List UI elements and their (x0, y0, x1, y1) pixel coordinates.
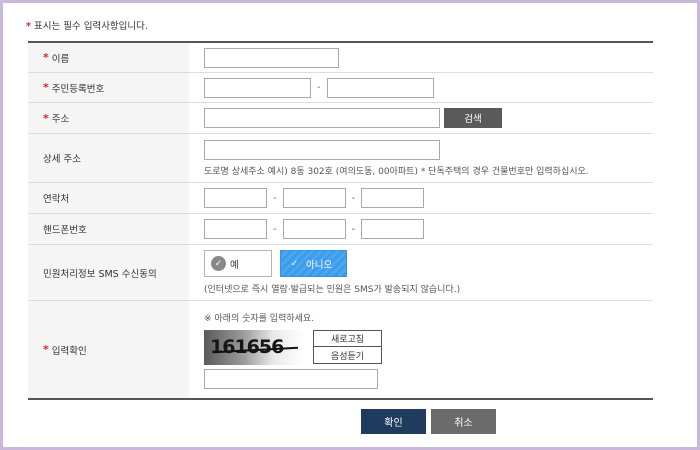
row-address: * 주소 검색 (28, 103, 653, 134)
form-window: * 표시는 필수 입력사항입니다. * 이름 * 주민등록번호 - * 주소 검… (0, 0, 700, 450)
required-star: * (26, 21, 31, 32)
contact-part1-input[interactable] (204, 188, 267, 208)
mobile-part3-input[interactable] (361, 219, 425, 239)
label-name: * 이름 (28, 43, 189, 72)
row-rrn: * 주민등록번호 - (28, 73, 653, 103)
address-search-button[interactable]: 검색 (444, 108, 502, 128)
contact-separator-2: - (351, 192, 356, 204)
contact-part2-input[interactable] (282, 188, 346, 208)
mobile-separator-2: - (351, 223, 356, 235)
sms-hint: (인터넷으로 즉시 열람·발급되는 민원은 SMS가 발송되지 않습니다.) (204, 285, 461, 295)
row-address-detail: 상세 주소 도로명 상세주소 예시) 8동 302호 (여의도동, 00아파트)… (28, 134, 653, 183)
address-detail-hint: 도로명 상세주소 예시) 8동 302호 (여의도동, 00아파트) * 단독주… (204, 166, 589, 177)
rrn-back-input[interactable] (326, 77, 434, 98)
mobile-part1-input[interactable] (204, 219, 267, 239)
contact-part3-input[interactable] (361, 188, 425, 208)
confirm-button[interactable]: 확인 (361, 409, 426, 434)
label-sms-consent: 민원처리정보 SMS 수신동의 (28, 245, 189, 300)
label-contact: 연락처 (28, 183, 189, 213)
label-captcha: * 입력확인 (28, 301, 189, 398)
row-contact: 연락처 - - (28, 183, 653, 214)
captcha-image: 161656 (204, 329, 304, 365)
row-captcha: * 입력확인 ※ 아래의 숫자를 입력하세요. 161656 새로고침 음성듣기 (28, 301, 653, 398)
label-address: * 주소 (28, 103, 189, 133)
address-input[interactable] (204, 108, 440, 128)
contact-separator-1: - (273, 192, 277, 204)
rrn-separator: - (317, 82, 321, 93)
cancel-button[interactable]: 취소 (431, 409, 496, 434)
label-address-detail: 상세 주소 (28, 134, 189, 182)
row-sms-consent: 민원처리정보 SMS 수신동의 ✓ 예 ✓ 아니오 (인터넷으로 즉시 열람·발… (28, 245, 653, 301)
rrn-front-input[interactable] (204, 77, 311, 98)
row-name: * 이름 (28, 43, 653, 73)
sms-yes-toggle[interactable]: ✓ 예 (204, 250, 272, 277)
check-icon: ✓ (290, 258, 299, 269)
captcha-input[interactable] (204, 368, 378, 389)
check-icon: ✓ (211, 256, 226, 271)
row-mobile: 핸드폰번호 - - (28, 214, 653, 245)
mobile-separator-1: - (273, 223, 277, 235)
label-rrn: * 주민등록번호 (28, 73, 189, 102)
application-form: * 이름 * 주민등록번호 - * 주소 검색 상세 주소 도로명 상세주소 예… (28, 41, 653, 400)
mobile-part2-input[interactable] (282, 219, 346, 239)
name-input[interactable] (204, 47, 339, 68)
captcha-refresh-button[interactable]: 새로고침 (313, 330, 382, 347)
label-mobile: 핸드폰번호 (28, 214, 189, 244)
sms-no-toggle[interactable]: ✓ 아니오 (280, 250, 347, 277)
captcha-audio-button[interactable]: 음성듣기 (313, 347, 382, 364)
captcha-image-text: 161656 (210, 336, 284, 358)
required-notice: * 표시는 필수 입력사항입니다. (26, 18, 148, 32)
required-notice-text: 표시는 필수 입력사항입니다. (33, 21, 148, 32)
captcha-instruction: ※ 아래의 숫자를 입력하세요. (204, 313, 315, 324)
address-detail-input[interactable] (204, 139, 440, 160)
